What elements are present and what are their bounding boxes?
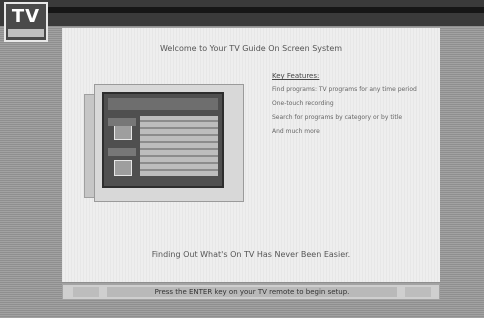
tagline: Finding Out What's On TV Has Never Been … bbox=[151, 250, 351, 259]
logo-text: TV bbox=[11, 6, 41, 27]
tv-tile bbox=[114, 160, 132, 176]
feature-item: Find programs: TV programs for any time … bbox=[272, 86, 417, 93]
welcome-panel: Welcome to Your TV Guide On Screen Syste… bbox=[62, 28, 440, 282]
logo-underbar bbox=[8, 29, 44, 37]
tv-menu-row bbox=[108, 118, 136, 126]
tv-tile bbox=[114, 124, 132, 140]
feature-item: And much more bbox=[272, 128, 320, 135]
tv-menu-row bbox=[108, 148, 136, 156]
tv-screen bbox=[102, 92, 224, 188]
welcome-title: Welcome to Your TV Guide On Screen Syste… bbox=[159, 44, 343, 53]
feature-item: One-touch recording bbox=[272, 100, 334, 107]
top-bar bbox=[0, 0, 484, 26]
bottom-cap-right bbox=[405, 287, 431, 297]
bottom-instruction-bar: Press the ENTER key on your TV remote to… bbox=[62, 284, 440, 300]
bottom-cap-left bbox=[73, 287, 99, 297]
tv-guide-header bbox=[108, 98, 218, 110]
tv-program-grid bbox=[140, 116, 218, 176]
feature-item: Search for programs by category or by ti… bbox=[272, 114, 403, 121]
tv-guide-logo: TV bbox=[4, 2, 48, 42]
features-title: Key Features: bbox=[272, 72, 320, 80]
features-list: Key Features: Find programs: TV programs… bbox=[272, 72, 432, 142]
top-bar-line bbox=[40, 7, 484, 13]
setup-instruction: Press the ENTER key on your TV remote to… bbox=[107, 287, 397, 297]
tv-illustration bbox=[84, 84, 244, 202]
